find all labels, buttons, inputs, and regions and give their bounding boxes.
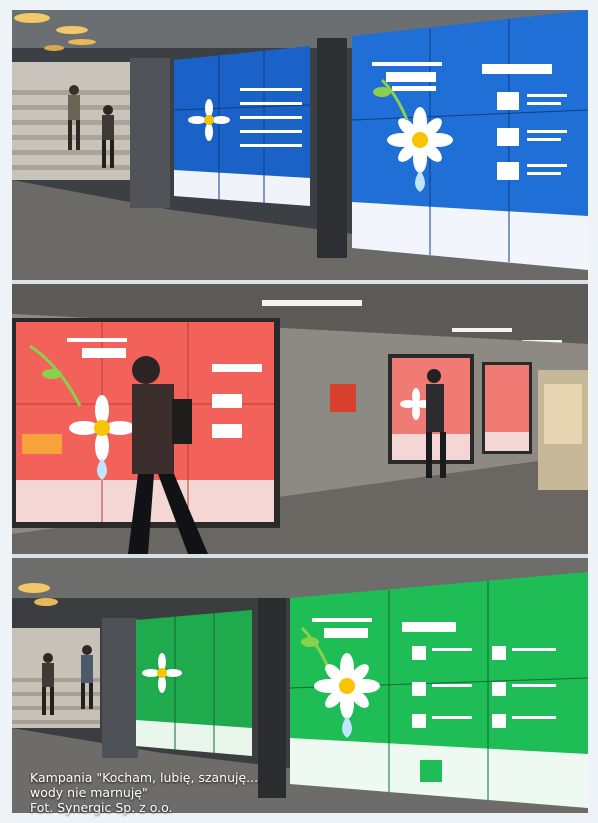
caption-line-2: wody nie marnuję": [30, 785, 148, 800]
red-screens-photo: [12, 284, 588, 554]
photo-caption: Kampania "Kocham, lubię, szanuję... wody…: [30, 770, 258, 815]
caption-photo-credit: Fot. Synergic Sp. z o.o.: [30, 800, 173, 815]
blue-display-wall-small: [173, 46, 311, 206]
blue-screens-photo: [12, 10, 588, 280]
caption-line-1: Kampania "Kocham, lubię, szanuję...: [30, 770, 259, 785]
red-display-wall-small: [482, 362, 532, 454]
blue-display-wall-large: [351, 10, 588, 270]
photo-collage: Kampania "Kocham, lubię, szanuję... wody…: [12, 10, 588, 815]
green-display-wall-small: [136, 610, 252, 756]
green-display-wall-large: [289, 572, 588, 808]
